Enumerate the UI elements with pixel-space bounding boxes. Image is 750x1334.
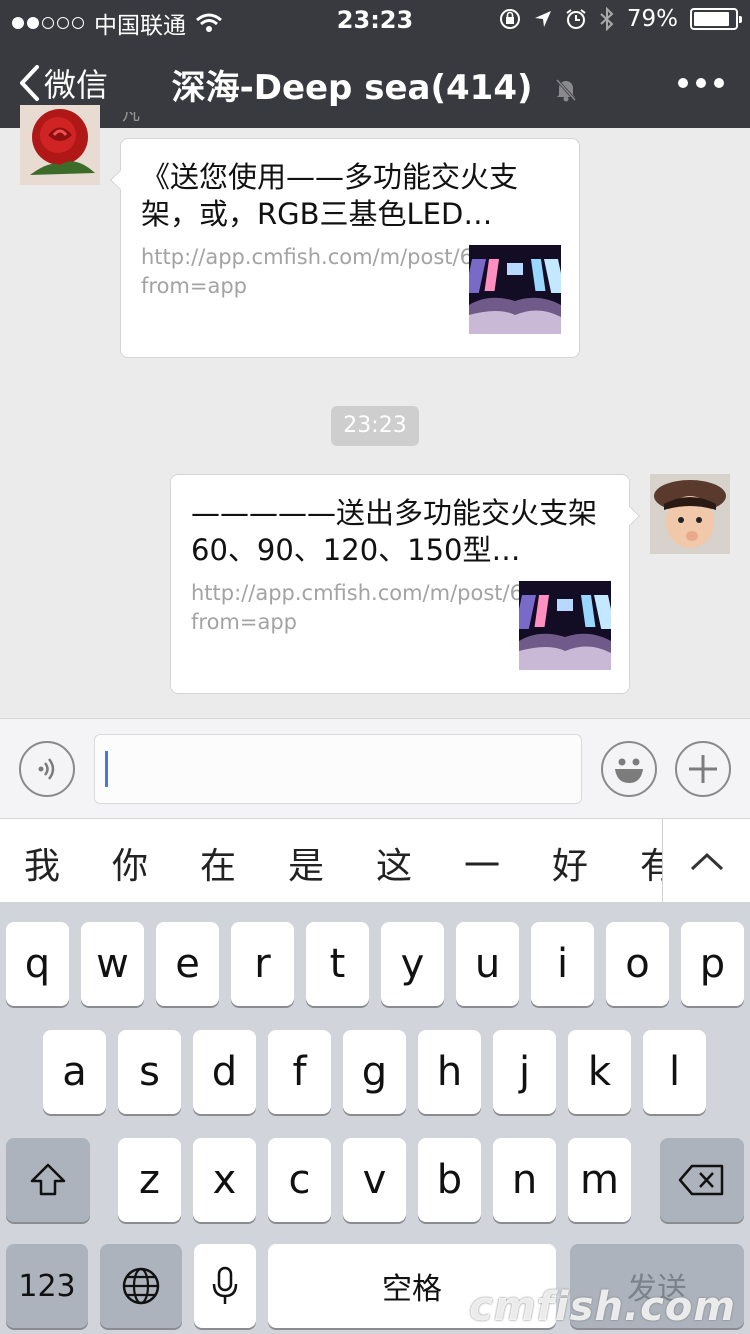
link-card-headline: —————送出多功能交火支架60、90、120、150型… bbox=[191, 496, 598, 567]
candidate-word[interactable]: 你 bbox=[112, 837, 148, 889]
link-card-url: http://app.cmfish.com/m/post/601293?from… bbox=[191, 581, 601, 634]
key-r[interactable]: r bbox=[231, 922, 294, 1006]
key-q[interactable]: q bbox=[6, 922, 69, 1006]
shift-arrow-icon bbox=[30, 1163, 66, 1196]
plus-icon bbox=[689, 755, 717, 783]
smiley-icon bbox=[615, 758, 643, 783]
microphone-icon bbox=[212, 1266, 238, 1304]
text-caret bbox=[105, 751, 108, 787]
candidate-word[interactable]: 这 bbox=[376, 837, 412, 889]
sender-name: 凡 bbox=[122, 112, 140, 125]
more-actions-button[interactable] bbox=[675, 741, 731, 797]
child-photo bbox=[650, 474, 730, 554]
battery-percent: 79% bbox=[626, 6, 678, 32]
dot-icon bbox=[714, 78, 724, 88]
key-u[interactable]: u bbox=[456, 922, 519, 1006]
chat-title-text: 深海-Deep sea(414) bbox=[171, 68, 533, 108]
expand-candidates-button[interactable] bbox=[662, 819, 750, 903]
location-icon bbox=[534, 11, 551, 27]
chat-title: 深海-Deep sea(414) bbox=[0, 60, 750, 109]
message-input[interactable] bbox=[94, 734, 582, 804]
top-bar: 中国联通 23:23 79% 微信 深海-Deep sea(414) bbox=[0, 0, 750, 128]
avatar-child[interactable] bbox=[650, 474, 730, 554]
key-h[interactable]: h bbox=[418, 1030, 481, 1114]
nav-bar: 微信 深海-Deep sea(414) bbox=[0, 40, 750, 128]
key-v[interactable]: v bbox=[343, 1138, 406, 1222]
key-b[interactable]: b bbox=[418, 1138, 481, 1222]
key-i[interactable]: i bbox=[531, 922, 594, 1006]
key-z[interactable]: z bbox=[118, 1138, 181, 1222]
candidate-word[interactable]: 我 bbox=[24, 837, 60, 889]
backspace-icon bbox=[678, 1164, 724, 1196]
rose-image bbox=[20, 105, 100, 185]
site-watermark: cmfish.com bbox=[469, 1284, 736, 1330]
key-c[interactable]: c bbox=[268, 1138, 331, 1222]
key-t[interactable]: t bbox=[306, 922, 369, 1006]
key-d[interactable]: d bbox=[193, 1030, 256, 1114]
numbers-key[interactable]: 123 bbox=[6, 1244, 88, 1328]
key-p[interactable]: p bbox=[681, 922, 744, 1006]
battery-icon bbox=[690, 8, 742, 30]
key-e[interactable]: e bbox=[156, 922, 219, 1006]
message-input-bar bbox=[0, 718, 750, 818]
candidate-word[interactable]: 一 bbox=[464, 837, 500, 889]
key-n[interactable]: n bbox=[493, 1138, 556, 1222]
dictation-key[interactable] bbox=[194, 1244, 256, 1328]
key-a[interactable]: a bbox=[43, 1030, 106, 1114]
voice-input-button[interactable] bbox=[19, 741, 75, 797]
link-card-thumbnail bbox=[469, 245, 561, 334]
link-card-url: http://app.cmfish.com/m/post/601293?from… bbox=[141, 245, 551, 298]
globe-icon bbox=[122, 1267, 160, 1305]
orientation-lock-icon bbox=[499, 9, 520, 29]
keyboard: q w e r t y u i o p a s d f g h j k l z … bbox=[0, 902, 750, 1334]
delete-key[interactable] bbox=[660, 1138, 744, 1222]
key-s[interactable]: s bbox=[118, 1030, 181, 1114]
status-bar: 中国联通 23:23 79% bbox=[0, 0, 750, 40]
key-x[interactable]: x bbox=[193, 1138, 256, 1222]
chevron-up-icon bbox=[690, 852, 723, 871]
voice-wave-icon bbox=[38, 758, 55, 780]
link-card-thumbnail bbox=[519, 581, 611, 670]
alarm-icon bbox=[566, 9, 586, 29]
bluetooth-icon bbox=[600, 7, 614, 31]
avatar-rose[interactable] bbox=[20, 105, 100, 185]
key-o[interactable]: o bbox=[606, 922, 669, 1006]
globe-key[interactable] bbox=[100, 1244, 182, 1328]
candidate-word[interactable]: 好 bbox=[552, 837, 588, 889]
emoji-button[interactable] bbox=[601, 741, 657, 797]
mute-bell-icon bbox=[556, 78, 577, 101]
link-card-message[interactable]: 《送您使用——多功能交火支架，或，RGB三基色LED… http://app.c… bbox=[110, 138, 580, 358]
key-m[interactable]: m bbox=[568, 1138, 631, 1222]
candidate-word[interactable]: 是 bbox=[288, 837, 324, 889]
key-g[interactable]: g bbox=[343, 1030, 406, 1114]
shift-key[interactable] bbox=[6, 1138, 90, 1222]
link-card-message[interactable]: —————送出多功能交火支架60、90、120、150型… http://app… bbox=[170, 474, 640, 694]
key-w[interactable]: w bbox=[81, 922, 144, 1006]
candidate-word[interactable]: 在 bbox=[200, 837, 236, 889]
more-menu-button[interactable] bbox=[678, 78, 724, 88]
key-y[interactable]: y bbox=[381, 922, 444, 1006]
timestamp-pill: 23:23 bbox=[331, 406, 419, 446]
key-f[interactable]: f bbox=[268, 1030, 331, 1114]
dot-icon bbox=[678, 78, 688, 88]
key-l[interactable]: l bbox=[643, 1030, 706, 1114]
key-k[interactable]: k bbox=[568, 1030, 631, 1114]
dot-icon bbox=[696, 78, 706, 88]
key-j[interactable]: j bbox=[493, 1030, 556, 1114]
link-card-headline: 《送您使用——多功能交火支架，或，RGB三基色LED… bbox=[141, 160, 519, 231]
keyboard-candidate-bar: 我 你 在 是 这 一 好 有 bbox=[0, 818, 750, 903]
